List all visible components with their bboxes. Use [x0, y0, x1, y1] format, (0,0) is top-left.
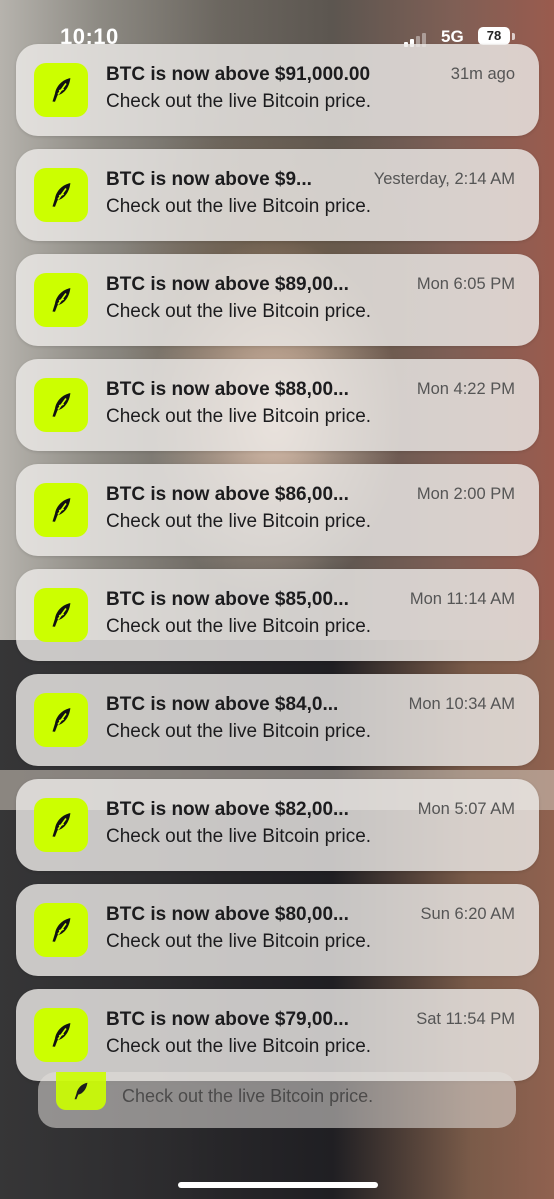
notification-body: Check out the live Bitcoin price. [106, 721, 372, 742]
feather-icon [56, 1072, 106, 1110]
notification-time: Mon 10:34 AM [408, 695, 515, 713]
feather-icon [34, 378, 88, 432]
notification-card[interactable]: BTC is now above $85,00... Mon 11:14 AM Ch… [16, 569, 539, 661]
notification-body: Check out the live Bitcoin price. [106, 301, 372, 322]
notification-card[interactable]: BTC is now above $9... Yesterday, 2:14 AM… [16, 149, 539, 241]
notification-card[interactable]: BTC is now above $82,00... Mon 5:07 AM Che… [16, 779, 539, 871]
notification-body: Check out the live Bitcoin price. [106, 826, 372, 847]
feather-icon [34, 273, 88, 327]
feather-icon [34, 693, 88, 747]
feather-icon [34, 168, 88, 222]
notification-card[interactable]: BTC is now above $79,00... Sat 11:54 PM Ch… [16, 989, 539, 1081]
notification-body: Check out the live Bitcoin price. [106, 91, 372, 112]
notification-title: BTC is now above $91,000.00 [106, 64, 371, 85]
feather-icon [34, 798, 88, 852]
notification-title: BTC is now above $86,00... [106, 484, 349, 505]
notification-card[interactable]: BTC is now above $89,00... Mon 6:05 PM Che… [16, 254, 539, 346]
notification-stack-peek[interactable]: Check out the live Bitcoin price. [38, 1072, 516, 1128]
notification-time: Mon 5:07 AM [417, 800, 515, 818]
notification-card[interactable]: BTC is now above $86,00... Mon 2:00 PM Che… [16, 464, 539, 556]
notification-time: Mon 2:00 PM [416, 485, 515, 503]
feather-icon [34, 1008, 88, 1062]
feather-icon [34, 483, 88, 537]
feather-icon [34, 903, 88, 957]
notification-body: Check out the live Bitcoin price. [106, 931, 372, 952]
notification-time: Mon 4:22 PM [416, 380, 515, 398]
stack-peek-body: Check out the live Bitcoin price. [122, 1086, 374, 1106]
notification-time: Mon 6:05 PM [416, 275, 515, 293]
notification-title: BTC is now above $84,0... [106, 694, 339, 715]
notification-time: Sat 11:54 PM [416, 1010, 515, 1028]
notification-title: BTC is now above $88,00... [106, 379, 349, 400]
battery-cap [512, 33, 515, 40]
notification-title: BTC is now above $9... [106, 169, 312, 190]
notification-title: BTC is now above $89,00... [106, 274, 349, 295]
feather-icon [34, 63, 88, 117]
notification-card[interactable]: BTC is now above $80,00... Sun 6:20 AM Che… [16, 884, 539, 976]
notification-body: Check out the live Bitcoin price. [106, 616, 372, 637]
notification-body: Check out the live Bitcoin price. [106, 1036, 372, 1057]
notification-title: BTC is now above $82,00... [106, 799, 349, 820]
notification-title: BTC is now above $80,00... [106, 904, 349, 925]
feather-icon [34, 588, 88, 642]
notification-title: BTC is now above $79,00... [106, 1009, 349, 1030]
notification-time: 31m ago [450, 65, 515, 83]
notification-card[interactable]: BTC is now above $84,0... Mon 10:34 AM Che… [16, 674, 539, 766]
notification-body: Check out the live Bitcoin price. [106, 196, 372, 217]
notification-body: Check out the live Bitcoin price. [106, 406, 372, 427]
notification-body: Check out the live Bitcoin price. [106, 511, 372, 532]
notification-title: BTC is now above $85,00... [106, 589, 349, 610]
notification-time: Sun 6:20 AM [420, 905, 515, 923]
notification-time: Yesterday, 2:14 AM [373, 170, 515, 188]
battery-icon: 78 [478, 27, 510, 45]
notification-card[interactable]: BTC is now above $88,00... Mon 4:22 PM Che… [16, 359, 539, 451]
home-indicator[interactable] [178, 1182, 378, 1188]
notification-card[interactable]: BTC is now above $91,000.00 31m ago Check … [16, 44, 539, 136]
notification-time: Mon 11:14 AM [409, 590, 515, 608]
